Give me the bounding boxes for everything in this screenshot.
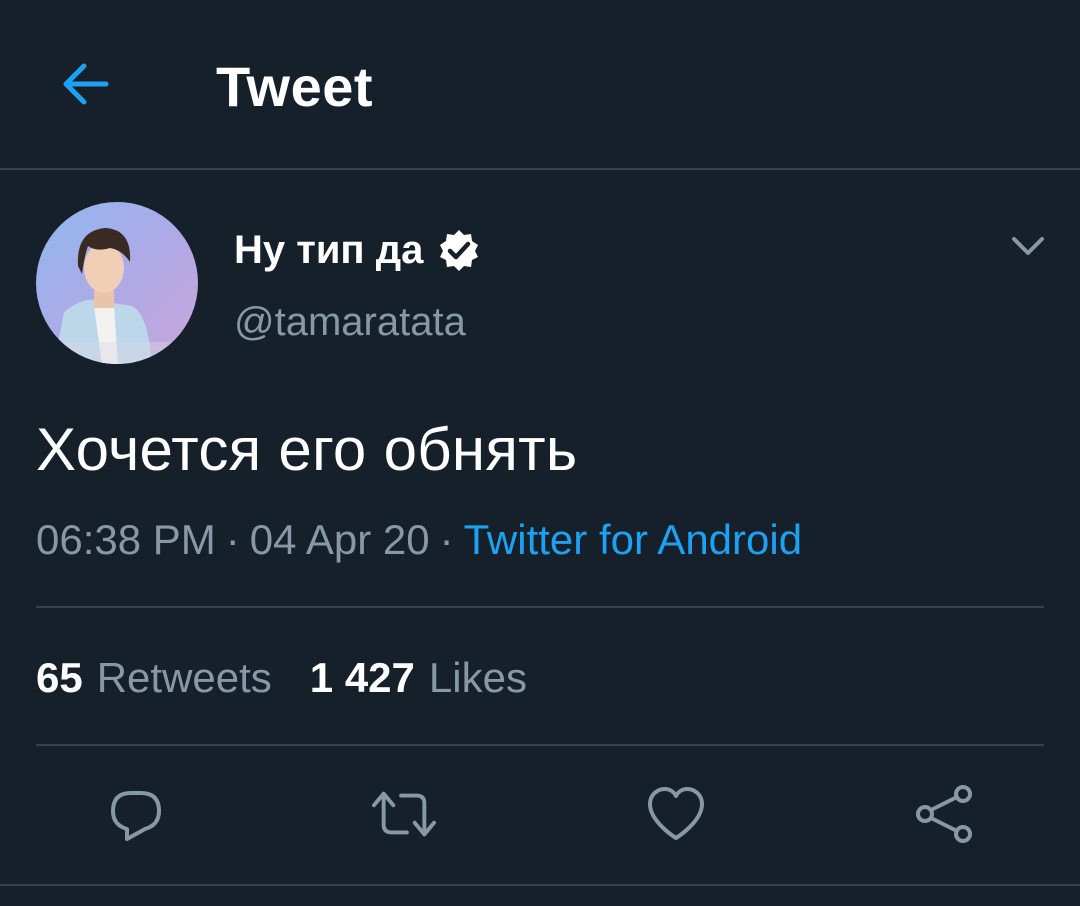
divider — [36, 606, 1044, 608]
tweet-source-link[interactable]: Twitter for Android — [464, 516, 802, 563]
avatar[interactable] — [36, 202, 198, 364]
verified-badge-icon — [440, 230, 479, 271]
retweets-count: 65 — [36, 654, 83, 701]
top-bar: Tweet — [0, 0, 1080, 170]
like-heart-icon — [648, 787, 704, 840]
author-name-row[interactable]: Ну тип да — [234, 222, 481, 278]
tweet-menu-button[interactable] — [1000, 222, 1056, 270]
retweet-icon — [372, 791, 436, 837]
back-button[interactable] — [44, 44, 124, 124]
display-name: Ну тип да — [234, 228, 424, 272]
page-title: Tweet — [216, 55, 374, 118]
reply-button[interactable] — [104, 782, 168, 846]
meta-separator: · — [225, 516, 240, 563]
likes-count: 1 427 — [309, 654, 415, 701]
retweet-button[interactable] — [372, 782, 436, 846]
like-button[interactable] — [644, 782, 708, 846]
reply-icon — [111, 791, 161, 841]
retweets-stat[interactable]: 65 Retweets — [36, 650, 272, 706]
divider — [36, 744, 1044, 746]
chevron-down-icon — [1012, 237, 1044, 255]
share-icon — [916, 785, 972, 843]
tweet-stats: 65 Retweets 1 427 Likes — [36, 650, 527, 706]
likes-stat[interactable]: 1 427 Likes — [310, 650, 527, 706]
author-handle[interactable]: @tamaratata — [234, 294, 466, 350]
likes-label: Likes — [428, 654, 527, 701]
retweets-label: Retweets — [96, 654, 272, 701]
tweet-time: 06:38 PM — [36, 516, 216, 563]
arrow-left-icon — [63, 63, 109, 105]
divider — [0, 884, 1080, 886]
tweet-text: Хочется его обнять — [36, 416, 578, 483]
tweet-date: 04 Apr 20 — [249, 516, 430, 563]
meta-separator: · — [439, 516, 454, 563]
share-button[interactable] — [912, 782, 976, 846]
tweet-meta: 06:38 PM · 04 Apr 20 · Twitter for Android — [36, 512, 802, 568]
avatar-image — [36, 202, 198, 364]
